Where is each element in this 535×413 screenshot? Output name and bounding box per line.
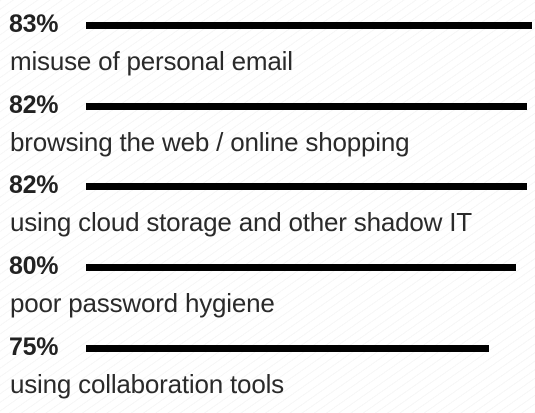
category-label: using collaboration tools	[10, 369, 284, 399]
category-label: misuse of personal email	[10, 46, 293, 76]
bar-row: 82% using cloud storage and other shadow …	[0, 164, 535, 244]
percentage-label: 82%	[9, 171, 59, 199]
bar	[86, 183, 527, 190]
bar	[86, 345, 489, 352]
percentage-label: 75%	[9, 333, 59, 361]
bar	[86, 264, 516, 271]
percentage-label: 82%	[9, 91, 59, 119]
category-label: poor password hygiene	[10, 288, 275, 318]
category-label: browsing the web / online shopping	[10, 127, 410, 157]
bar-row: 83% misuse of personal email	[0, 3, 535, 83]
bar	[86, 103, 527, 110]
bar	[86, 22, 532, 29]
horizontal-bar-chart: 83% misuse of personal email 82% browsing t…	[0, 0, 535, 413]
percentage-label: 83%	[9, 10, 59, 38]
percentage-label: 80%	[9, 252, 59, 280]
bar-row: 82% browsing the web / online shopping	[0, 84, 535, 164]
bar-row: 75% using collaboration tools	[0, 326, 535, 406]
category-label: using cloud storage and other shadow IT	[10, 207, 472, 237]
bar-row: 80% poor password hygiene	[0, 245, 535, 325]
